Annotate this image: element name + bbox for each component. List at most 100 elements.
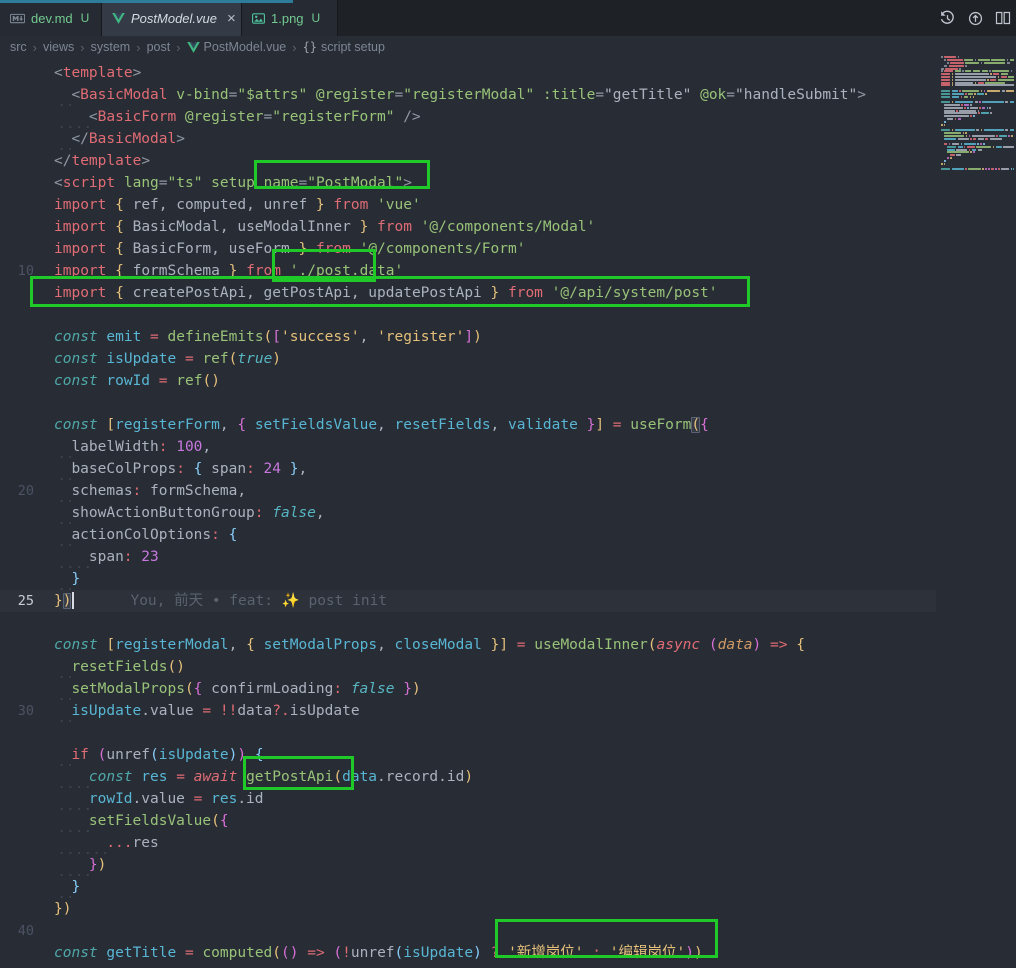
code-line-17[interactable]: const [registerForm, { setFieldsValue, r…	[0, 414, 936, 436]
minimap-token	[982, 101, 1004, 103]
code-line-6[interactable]: <script lang="ts" setup name="PostModal"…	[0, 172, 936, 194]
code-line-20[interactable]: 20schemas: formSchema,	[0, 480, 936, 502]
code-token: {	[237, 417, 246, 433]
code-line-24[interactable]: }	[0, 568, 936, 590]
code-token: }	[360, 219, 369, 235]
code-line-11[interactable]: import { createPostApi, getPostApi, upda…	[0, 282, 936, 304]
code-line-29[interactable]: setModalProps({ confirmLoading: false })	[0, 678, 936, 700]
code-line-12[interactable]	[0, 304, 936, 326]
code-line-25[interactable]: 25})You, 前天 • feat: ✨ post init	[0, 590, 936, 612]
minimap-token	[949, 143, 951, 145]
indent-whitespace	[54, 128, 71, 150]
indent-whitespace	[54, 502, 71, 524]
code-token: res	[141, 769, 167, 785]
split-editor-icon[interactable]	[995, 10, 1011, 26]
code-line-content: if (unref(isUpdate)) {	[48, 744, 936, 766]
code-line-21[interactable]: showActionButtonGroup: false,	[0, 502, 936, 524]
tab-dev.md[interactable]: dev.mdU	[0, 0, 102, 36]
git-status-badge: U	[81, 11, 90, 25]
code-line-33[interactable]: const res = await getPostApi(data.record…	[0, 766, 936, 788]
code-line-10[interactable]: 10import { formSchema } from './post.dat…	[0, 260, 936, 282]
breadcrumb-item-views[interactable]: views	[43, 40, 74, 54]
code-token: validate	[508, 417, 578, 433]
minimap[interactable]	[941, 56, 1014, 171]
code-line-32[interactable]: if (unref(isUpdate)) {	[0, 744, 936, 766]
code-token: from	[377, 219, 412, 235]
code-line-28[interactable]: resetFields()	[0, 656, 936, 678]
code-token: formSchema	[141, 483, 237, 499]
code-line-41[interactable]: const getTitle = computed(() => (!unref(…	[0, 942, 936, 964]
code-line-31[interactable]	[0, 722, 936, 744]
code-line-19[interactable]: baseColProps: { span: 24 },	[0, 458, 936, 480]
open-changes-icon[interactable]	[967, 10, 984, 27]
code-token	[106, 197, 115, 213]
code-line-16[interactable]	[0, 392, 936, 414]
code-token: )	[464, 769, 473, 785]
code-token: showActionButtonGroup	[71, 505, 254, 521]
code-line-9[interactable]: import { BasicForm, useForm } from '@/co…	[0, 238, 936, 260]
code-line-37[interactable]: })	[0, 854, 936, 876]
breadcrumb-item-system[interactable]: system	[91, 40, 131, 54]
code-line-26[interactable]	[0, 612, 936, 634]
code-token: isUpdate	[403, 945, 473, 961]
code-line-15[interactable]: const rowId = ref()	[0, 370, 936, 392]
breadcrumb-item-post[interactable]: post	[147, 40, 171, 54]
code-token: =	[185, 351, 194, 367]
indent-whitespace	[54, 854, 89, 876]
tab-group-accent-strip	[0, 0, 293, 3]
minimap-token	[985, 138, 988, 140]
code-line-4[interactable]: </BasicModal>	[0, 128, 936, 150]
minimap-token	[959, 68, 961, 70]
indent-whitespace	[54, 700, 71, 722]
code-line-40[interactable]: 40	[0, 920, 936, 942]
breadcrumb-item-script-setup[interactable]: {}script setup	[303, 40, 385, 54]
minimap-token	[941, 79, 950, 81]
code-line-1[interactable]: <template>	[0, 62, 936, 84]
minimap-token	[1008, 135, 1010, 137]
indent-whitespace	[54, 436, 71, 458]
code-token: registerForm	[115, 417, 220, 433]
code-line-18[interactable]: labelWidth: 100,	[0, 436, 936, 458]
code-token: baseColProps	[71, 461, 176, 477]
code-line-13[interactable]: const emit = defineEmits(['success', 're…	[0, 326, 936, 348]
code-token: false	[351, 681, 395, 697]
code-line-3[interactable]: <BasicForm @register="registerForm" />	[0, 106, 936, 128]
code-token: ,	[316, 505, 325, 521]
code-token: )	[272, 351, 281, 367]
code-editor[interactable]: <template><BasicModal v-bind="$attrs" @r…	[0, 58, 1016, 964]
code-line-content: import { formSchema } from './post.data'	[48, 260, 936, 282]
close-tab-icon[interactable]: ×	[227, 11, 236, 26]
code-line-36[interactable]: ...res	[0, 832, 936, 854]
breadcrumb-item-postmodel-vue[interactable]: PostModel.vue	[187, 40, 287, 54]
tab-PostModel.vue[interactable]: PostModel.vue×	[102, 0, 242, 36]
code-line-14[interactable]: const isUpdate = ref(true)	[0, 348, 936, 370]
code-line-content: const res = await getPostApi(data.record…	[48, 766, 936, 788]
code-line-38[interactable]: }	[0, 876, 936, 898]
minimap-token	[941, 101, 950, 103]
code-line-23[interactable]: span: 23	[0, 546, 936, 568]
history-icon[interactable]	[939, 10, 956, 27]
code-line-2[interactable]: <BasicModal v-bind="$attrs" @register="r…	[0, 84, 936, 106]
code-line-27[interactable]: const [registerModal, { setModalProps, c…	[0, 634, 936, 656]
code-line-30[interactable]: 30isUpdate.value = !!data?.isUpdate	[0, 700, 936, 722]
code-token: )	[694, 945, 703, 961]
code-line-34[interactable]: rowId.value = res.id	[0, 788, 936, 810]
gutter-line-number	[0, 128, 48, 150]
minimap-token	[985, 168, 987, 170]
code-line-7[interactable]: import { ref, computed, unref } from 'vu…	[0, 194, 936, 216]
tab-1.png[interactable]: 1.pngU	[242, 0, 338, 36]
code-token: <	[54, 175, 63, 191]
code-token: schemas	[71, 483, 132, 499]
minimap-token	[976, 146, 992, 148]
code-line-22[interactable]: actionColOptions: {	[0, 524, 936, 546]
code-token: :	[246, 461, 255, 477]
code-line-39[interactable]: })	[0, 898, 936, 920]
minimap-token	[969, 135, 971, 137]
code-line-5[interactable]: </template>	[0, 150, 936, 172]
code-token: =	[517, 637, 526, 653]
code-line-8[interactable]: import { BasicModal, useModalInner } fro…	[0, 216, 936, 238]
code-line-35[interactable]: setFieldsValue({	[0, 810, 936, 832]
breadcrumb-item-src[interactable]: src	[10, 40, 27, 54]
code-token: />	[403, 109, 420, 125]
minimap-line	[941, 76, 1014, 79]
